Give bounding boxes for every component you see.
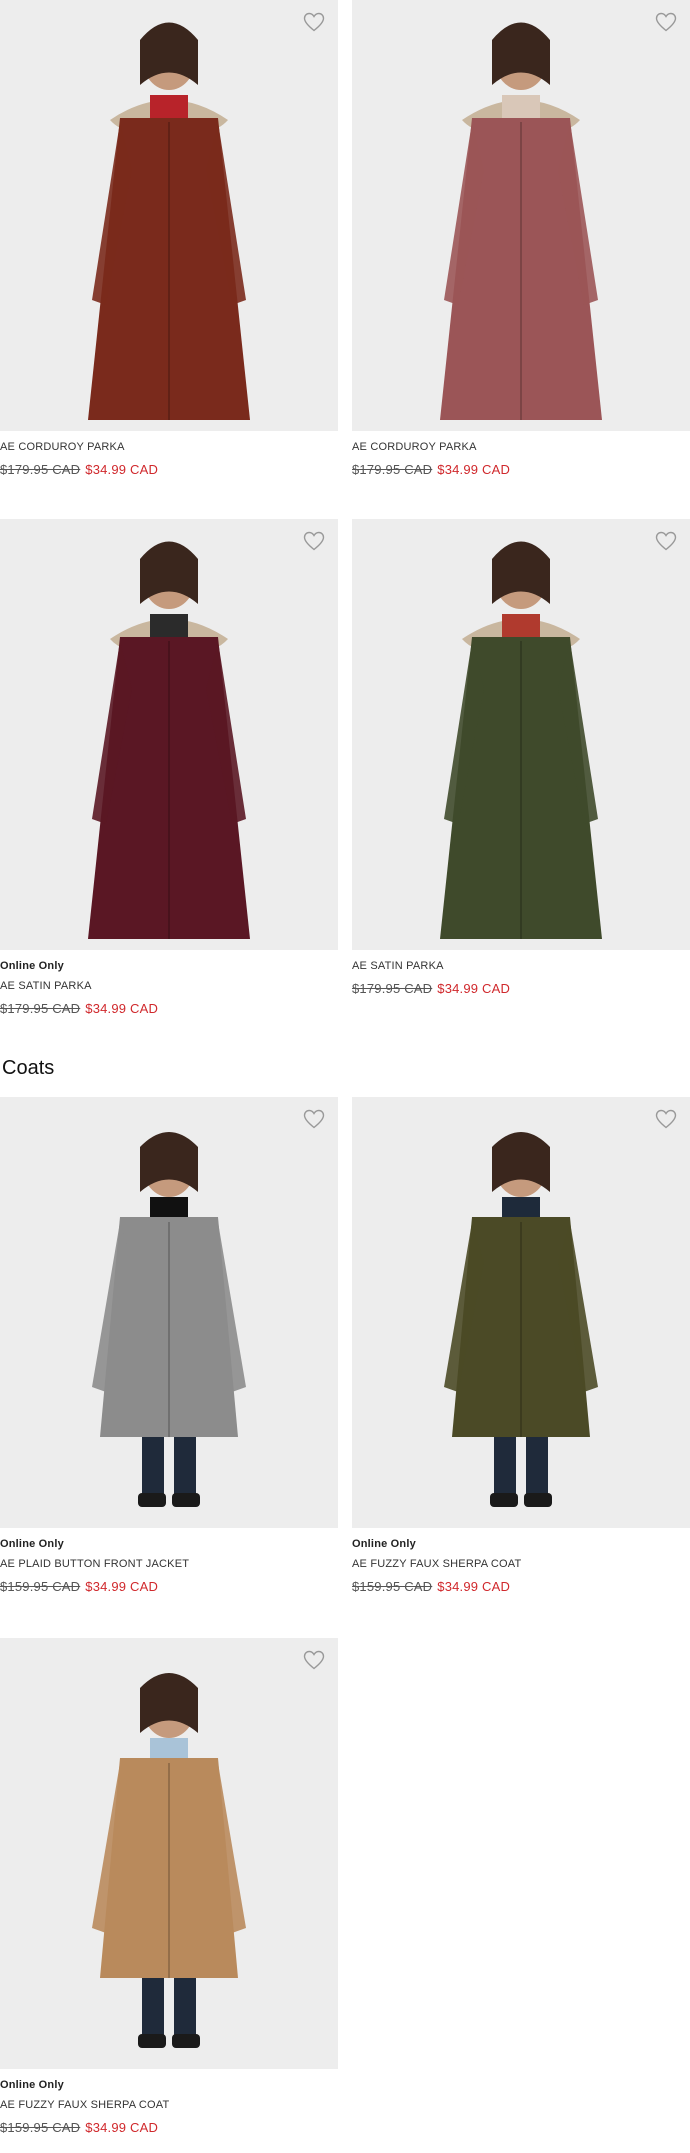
heart-icon[interactable] xyxy=(654,529,678,553)
model-illustration xyxy=(88,22,250,420)
sale-price: $34.99 CAD xyxy=(437,981,511,996)
sale-price: $34.99 CAD xyxy=(437,1579,511,1594)
product-card[interactable]: Online Only AE FUZZY FAUX SHERPA COAT $1… xyxy=(352,1097,690,1594)
product-name[interactable]: AE SATIN PARKA xyxy=(352,960,690,972)
product-image[interactable] xyxy=(352,1097,690,1528)
heart-icon[interactable] xyxy=(302,1648,326,1672)
sale-price: $34.99 CAD xyxy=(85,462,159,477)
model-illustration xyxy=(444,1132,598,1507)
product-card[interactable]: AE CORDUROY PARKA $179.95 CAD $34.99 CAD xyxy=(0,0,338,477)
heart-icon[interactable] xyxy=(654,10,678,34)
heart-icon[interactable] xyxy=(302,529,326,553)
original-price: $179.95 CAD xyxy=(352,981,433,996)
online-only-badge: Online Only xyxy=(352,1538,416,1550)
product-name[interactable]: AE CORDUROY PARKA xyxy=(352,441,690,453)
sale-price: $34.99 CAD xyxy=(85,1579,159,1594)
heart-icon[interactable] xyxy=(302,1107,326,1131)
online-only-badge: Online Only xyxy=(0,960,64,972)
sale-price: $34.99 CAD xyxy=(437,462,511,477)
sale-price: $34.99 CAD xyxy=(85,2120,159,2135)
section-title-coats: Coats xyxy=(2,1057,55,1079)
original-price: $179.95 CAD xyxy=(0,462,81,477)
model-illustration xyxy=(92,1132,246,1507)
original-price: $159.95 CAD xyxy=(352,1579,433,1594)
original-price: $159.95 CAD xyxy=(0,1579,81,1594)
product-name[interactable]: AE FUZZY FAUX SHERPA COAT xyxy=(352,1558,690,1570)
product-image[interactable] xyxy=(0,519,338,950)
model-illustration xyxy=(440,541,602,939)
sale-price: $34.99 CAD xyxy=(85,1001,159,1016)
original-price: $159.95 CAD xyxy=(0,2120,81,2135)
heart-icon[interactable] xyxy=(302,10,326,34)
model-illustration xyxy=(88,541,250,939)
product-image[interactable] xyxy=(0,1638,338,2069)
product-card[interactable]: Online Only AE PLAID BUTTON FRONT JACKET… xyxy=(0,1097,338,1594)
product-name[interactable]: AE PLAID BUTTON FRONT JACKET xyxy=(0,1558,338,1570)
product-card[interactable]: Online Only AE SATIN PARKA $179.95 CAD $3… xyxy=(0,519,338,1016)
model-illustration xyxy=(92,1673,246,2048)
product-name[interactable]: AE CORDUROY PARKA xyxy=(0,441,338,453)
product-image[interactable] xyxy=(0,0,338,431)
online-only-badge: Online Only xyxy=(0,2079,64,2091)
product-image[interactable] xyxy=(0,1097,338,1528)
product-card[interactable]: AE CORDUROY PARKA $179.95 CAD $34.99 CAD xyxy=(352,0,690,477)
model-illustration xyxy=(440,22,602,420)
product-card[interactable]: AE SATIN PARKA $179.95 CAD $34.99 CAD xyxy=(352,519,690,996)
online-only-badge: Online Only xyxy=(0,1538,64,1550)
product-image[interactable] xyxy=(352,519,690,950)
product-name[interactable]: AE SATIN PARKA xyxy=(0,980,338,992)
product-name[interactable]: AE FUZZY FAUX SHERPA COAT xyxy=(0,2099,338,2111)
heart-icon[interactable] xyxy=(654,1107,678,1131)
product-image[interactable] xyxy=(352,0,690,431)
original-price: $179.95 CAD xyxy=(352,462,433,477)
original-price: $179.95 CAD xyxy=(0,1001,81,1016)
product-card[interactable]: Online Only AE FUZZY FAUX SHERPA COAT $1… xyxy=(0,1638,338,2135)
